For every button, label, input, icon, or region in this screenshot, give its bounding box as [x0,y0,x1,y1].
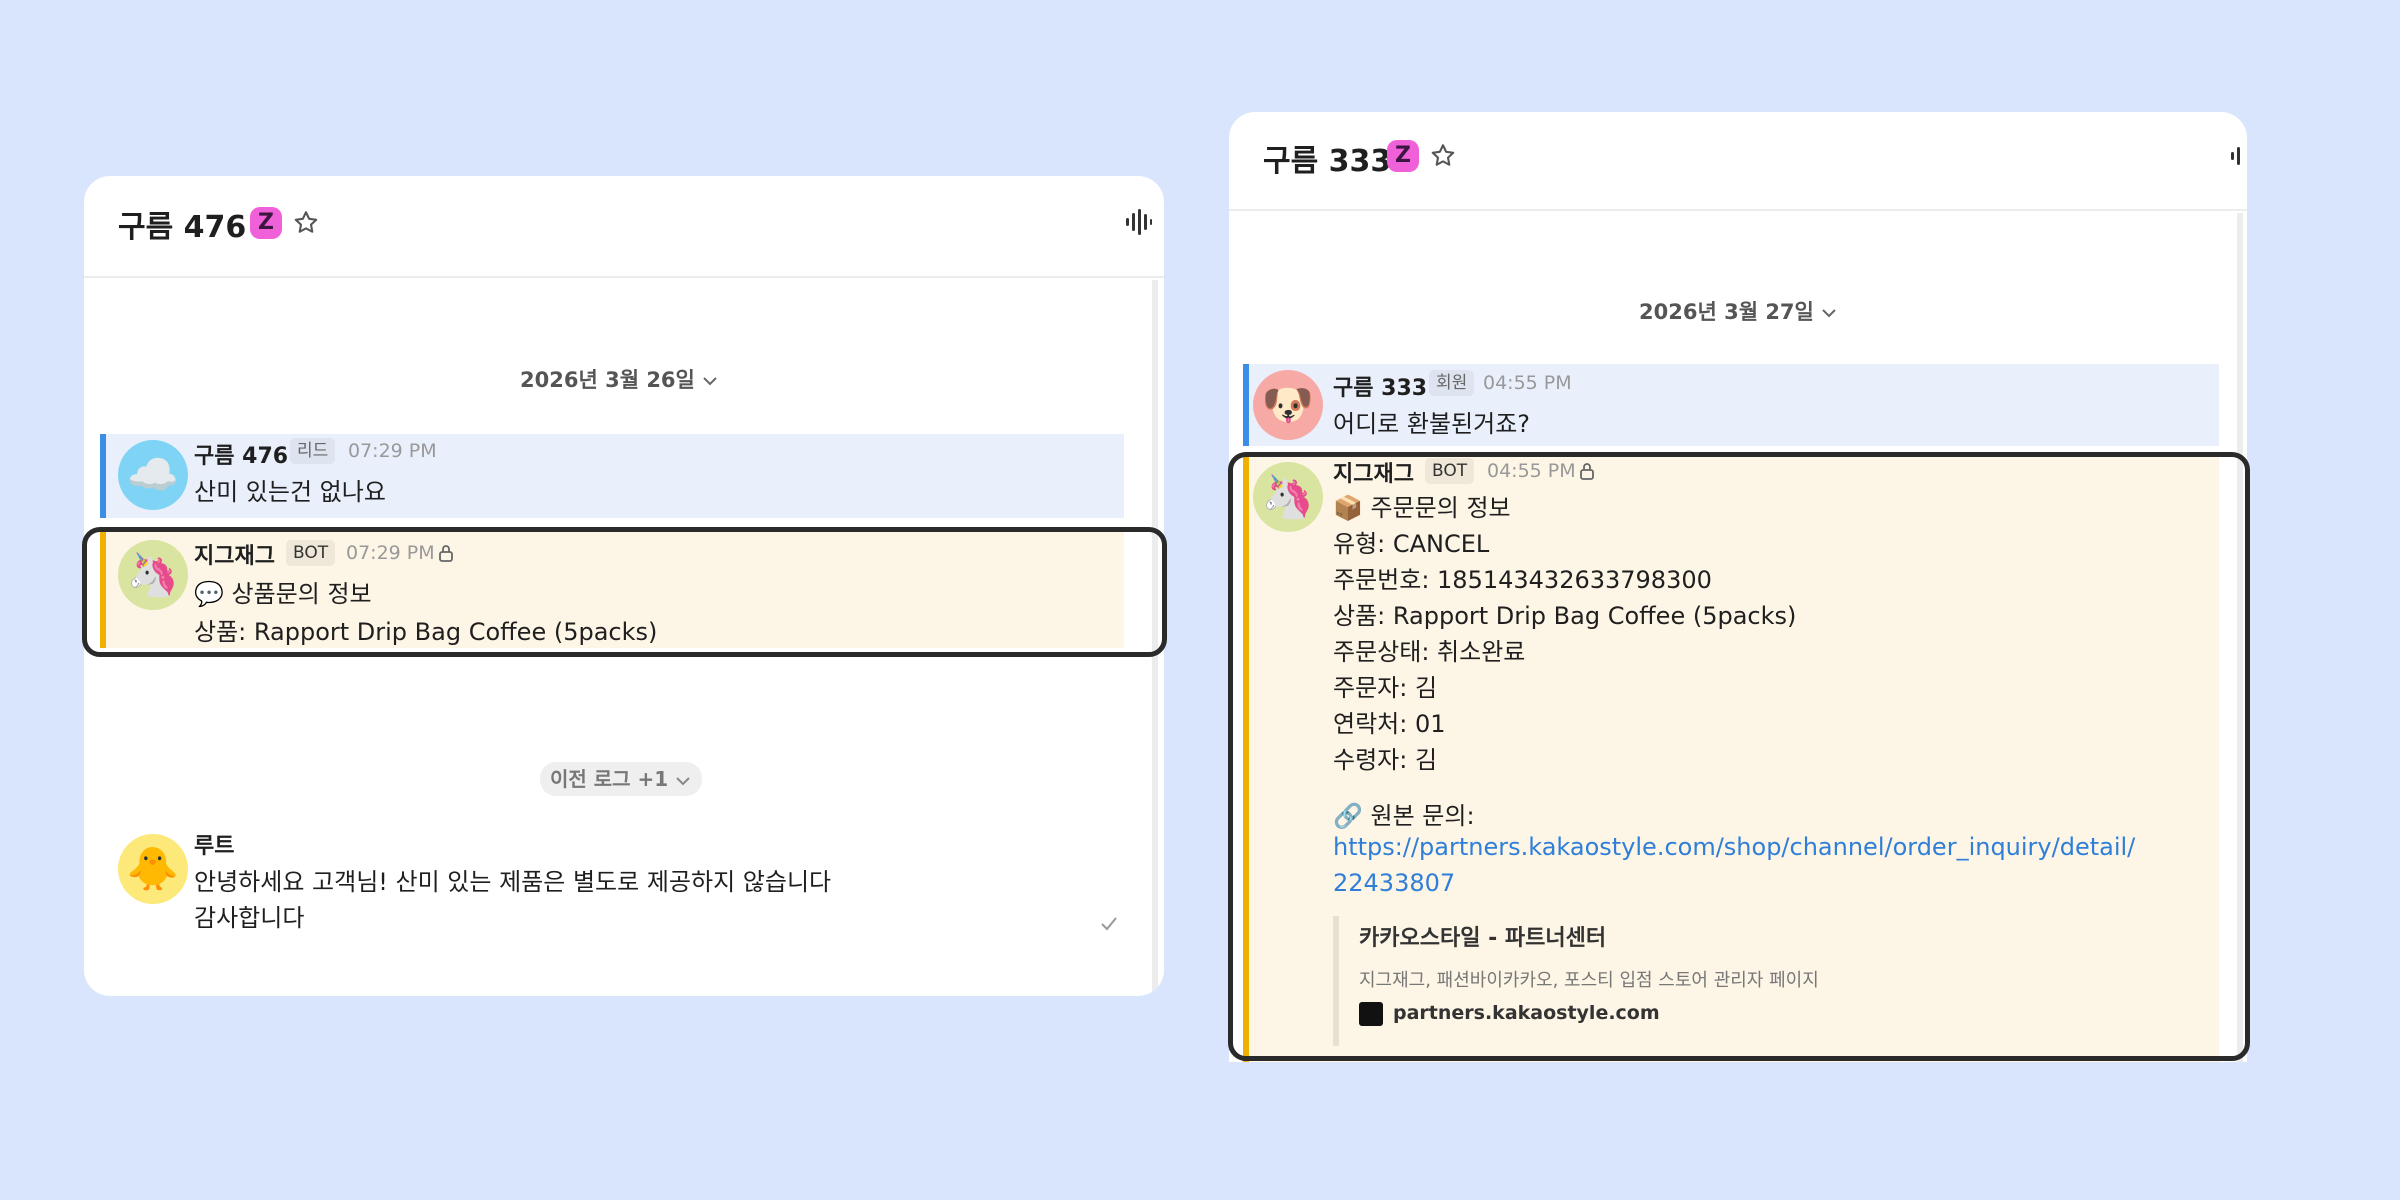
audio-wave-icon[interactable] [1124,208,1152,236]
message-author[interactable]: 구름 333 [1333,370,1427,402]
role-badge: 리드 [290,438,336,464]
inquiry-link[interactable]: 22433807 [1333,869,1455,897]
origin-label: 🔗 원본 문의: [1333,802,1475,830]
preview-description: 지그재그, 패션바이카카오, 포스티 입점 스토어 관리자 페이지 [1359,970,1819,991]
channel-header: 구름 333 Z [1229,112,2247,211]
channel-header: 구름 476 Z [84,176,1164,278]
chevron-down-icon [703,377,717,386]
message-time: 07:29 PM [346,542,435,564]
message-text: 어디로 환불된거죠? [1333,410,1531,438]
message-text: 연락처: 01 [1333,710,1446,738]
date-label: 2026년 3월 27일 [1639,300,1814,324]
z-badge: Z [250,207,282,239]
message-text: 주문번호: 185143432633798300 [1333,566,1712,594]
previous-log-label: 이전 로그 +1 [550,767,669,791]
preview-domain: partners.kakaostyle.com [1393,1002,1660,1024]
message-text: 상품: Rapport Drip Bag Coffee (5packs) [194,618,658,646]
lead-accent-bar [1243,364,1249,446]
message-member: 🐶 구름 333 회원 04:55 PM 어디로 환불된거죠? [1243,364,2219,446]
bot-accent-bar [100,530,106,648]
avatar[interactable]: 🦄 [118,540,188,610]
chevron-down-icon [676,776,690,785]
avatar[interactable]: 🦄 [1253,462,1323,532]
chat-panel-left: 구름 476 Z 2026년 3월 26일 ☁️ 구름 476 리드 07:29… [84,176,1164,996]
message-text: 감사합니다 [194,904,305,932]
chat-panel-right: 구름 333 Z 2026년 3월 27일 🐶 구름 333 회원 04:55 … [1229,112,2247,1062]
avatar[interactable]: ☁️ [118,440,188,510]
chevron-down-icon [1822,309,1836,318]
message-time: 04:55 PM [1483,372,1572,394]
date-label: 2026년 3월 26일 [520,368,695,392]
message-reply: 🐥 루트 안녕하세요 고객님! 산미 있는 제품은 별도로 제공하지 않습니다 … [100,828,1124,958]
avatar[interactable]: 🐥 [118,834,188,904]
lock-icon [1580,463,1594,480]
avatar[interactable]: 🐶 [1253,370,1323,440]
inquiry-link[interactable]: https://partners.kakaostyle.com/shop/cha… [1333,833,2135,861]
lock-icon [439,545,453,562]
scrollbar[interactable] [2237,213,2243,1062]
channel-title: 구름 476 [118,210,247,245]
date-separator[interactable]: 2026년 3월 26일 [520,364,719,394]
star-icon[interactable] [1429,142,1457,170]
message-text: 안녕하세요 고객님! 산미 있는 제품은 별도로 제공하지 않습니다 [194,868,832,896]
bot-badge: BOT [286,540,336,566]
audio-wave-icon[interactable] [2229,142,2247,170]
message-text: 주문상태: 취소완료 [1333,638,1526,666]
favicon-icon [1359,1002,1383,1026]
message-bot: 🦄 지그재그 BOT 07:29 PM 💬 상품문의 정보 상품: Rappor… [100,530,1124,648]
message-text: 💬 상품문의 정보 [194,580,372,608]
check-icon [1101,917,1117,931]
message-author[interactable]: 지그재그 [1333,456,1414,488]
link-preview[interactable]: 카카오스타일 - 파트너센터 지그재그, 패션바이카카오, 포스티 입점 스토어… [1333,916,2193,1046]
message-text: 수령자: 김 [1333,746,1438,774]
message-author[interactable]: 구름 476 [194,438,288,470]
z-badge: Z [1387,140,1419,172]
message-text: 유형: CANCEL [1333,530,1490,558]
bot-badge: BOT [1425,458,1475,484]
message-lead: ☁️ 구름 476 리드 07:29 PM 산미 있는건 없나요 [100,434,1124,518]
message-text: 📦 주문문의 정보 [1333,494,1511,522]
message-time: 07:29 PM [348,440,437,462]
message-text: 주문자: 김 [1333,674,1438,702]
scrollbar[interactable] [1152,280,1158,996]
star-icon[interactable] [292,209,320,237]
message-time: 04:55 PM [1487,460,1576,482]
lead-accent-bar [100,434,106,518]
message-text: 상품: Rapport Drip Bag Coffee (5packs) [1333,602,1797,630]
date-separator[interactable]: 2026년 3월 27일 [1639,296,1838,326]
bot-accent-bar [1243,456,1249,1062]
channel-title: 구름 333 [1263,144,1392,179]
preview-title: 카카오스타일 - 파트너센터 [1359,926,1607,951]
role-badge: 회원 [1429,370,1475,396]
message-author[interactable]: 지그재그 [194,538,275,570]
message-text: 산미 있는건 없나요 [194,478,386,506]
message-author[interactable]: 루트 [194,828,234,860]
previous-log-toggle[interactable]: 이전 로그 +1 [540,762,703,796]
message-bot: 🦄 지그재그 BOT 04:55 PM 📦 주문문의 정보 유형: CANCEL… [1243,456,2219,1062]
